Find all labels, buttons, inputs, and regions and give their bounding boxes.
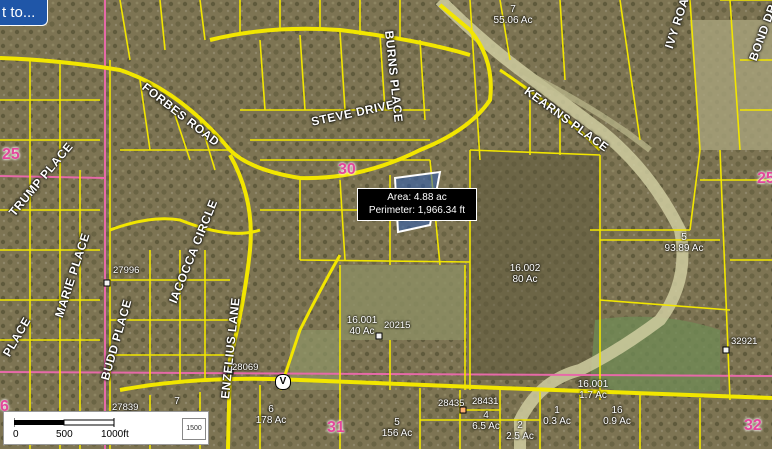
parcel-label: 6 178 Ac [248, 404, 294, 426]
perimeter-readout: Perimeter: 1,966.34 ft [368, 204, 466, 216]
address-label: 27996 [113, 265, 140, 276]
parcel-label: 7 [170, 396, 184, 407]
address-label: 32921 [731, 336, 758, 347]
parcel-id: 7 [510, 4, 516, 15]
parcel-label: 16 0.9 Ac [596, 405, 638, 427]
parcel-acres: 0.3 Ac [543, 416, 571, 427]
section-number-25-left: 25 [2, 146, 20, 163]
parcel-acres: 55.06 Ac [493, 15, 533, 26]
parcel-label: 16.001 40 Ac [340, 315, 384, 337]
go-to-button[interactable]: t to... [0, 0, 48, 26]
parcel-id: 16 [611, 405, 623, 416]
section-number-30: 30 [338, 161, 356, 178]
route-marker-icon: V [275, 374, 291, 390]
parcel-label: 7 55.06 Ac [488, 4, 538, 26]
area-readout: Area: 4.88 ac [387, 192, 447, 203]
parcel-acres: 156 Ac [381, 428, 413, 439]
measurement-tooltip: Area: 4.88 ac Perimeter: 1,966.34 ft [357, 188, 477, 221]
parcel-label: 5 156 Ac [374, 417, 420, 439]
address-label: 28435 [438, 398, 465, 409]
parcel-acres: 80 Ac [512, 274, 538, 285]
parcel-id: 16.002 [509, 263, 541, 274]
parcel-label: 16.001 1.7 Ac [568, 379, 618, 401]
section-number-32: 32 [744, 417, 762, 434]
scale-label-mid: 500 [56, 429, 73, 440]
address-label: 28431 [472, 396, 499, 407]
parcel-label: 2 2.5 Ac [502, 420, 538, 442]
parcel-label: 16.002 80 Ac [500, 263, 550, 285]
scale-label-end: 1000ft [101, 429, 129, 440]
section-number-31: 31 [327, 419, 345, 436]
parcel-id: 1 [554, 405, 560, 416]
section-number-25-right: 25 [757, 170, 772, 187]
parcel-id: 4 [483, 410, 489, 421]
scale-ratio-field[interactable]: 1500 [182, 418, 206, 440]
scale-bar: 0 500 1000ft 1500 [3, 411, 209, 445]
parcel-id: 7 [174, 396, 180, 407]
parcel-acres: 6.5 Ac [472, 421, 500, 432]
parcel-label: 5 93.89 Ac [656, 232, 712, 254]
parcel-acres: 40 Ac [349, 326, 375, 337]
parcel-acres: 178 Ac [255, 415, 287, 426]
parcel-label: 1 0.3 Ac [536, 405, 578, 427]
parcel-id: 5 [681, 232, 687, 243]
scale-bar-ticks [14, 418, 115, 427]
parcel-id: 16.001 [577, 379, 609, 390]
parcel-id: 2 [517, 420, 523, 431]
parcel-acres: 1.7 Ac [579, 390, 607, 401]
parcel-acres: 93.89 Ac [664, 243, 704, 254]
parcel-id: 5 [394, 417, 400, 428]
address-label: 28069 [232, 362, 259, 373]
parcel-label: 4 6.5 Ac [466, 410, 506, 432]
address-label: 20215 [384, 320, 411, 331]
parcel-id: 16.001 [346, 315, 378, 326]
parcel-acres: 0.9 Ac [603, 416, 631, 427]
scale-label-zero: 0 [13, 429, 19, 440]
parcel-id: 6 [268, 404, 274, 415]
parcel-acres: 2.5 Ac [506, 431, 534, 442]
